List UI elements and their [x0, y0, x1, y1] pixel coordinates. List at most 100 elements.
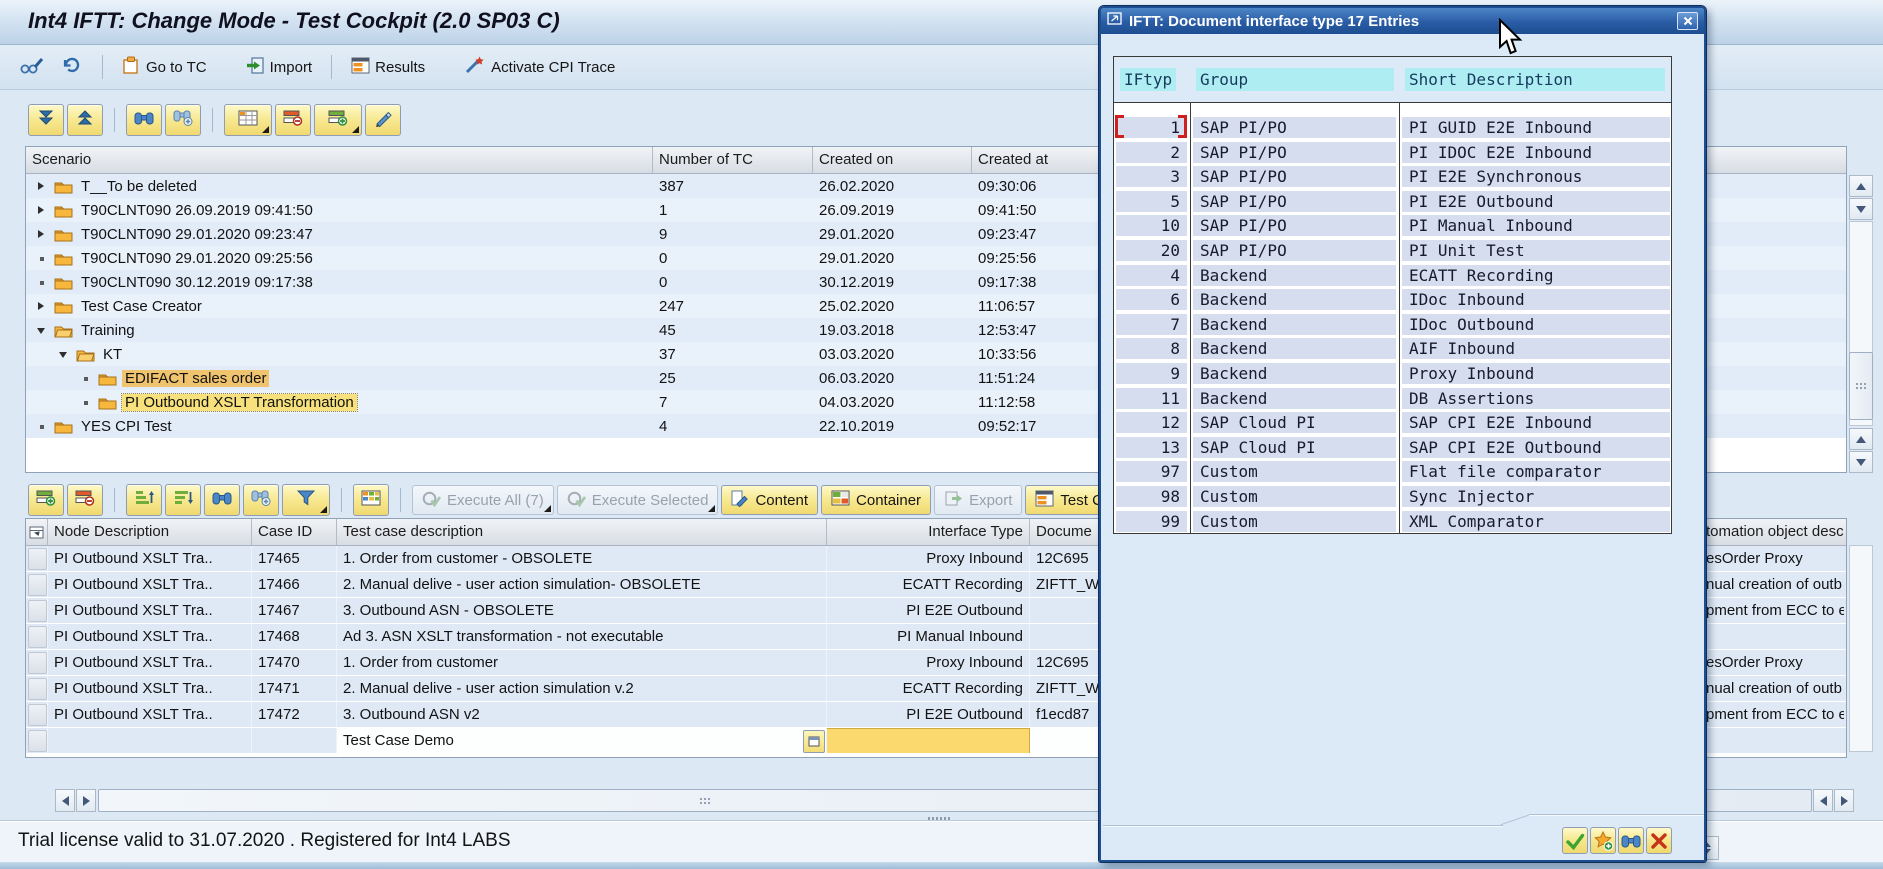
results-button[interactable]: Results [344, 54, 432, 81]
column-settings-button[interactable] [224, 104, 272, 136]
expand-node-icon[interactable] [36, 300, 48, 312]
tree-node-label: T__To be deleted [78, 178, 200, 195]
interface-type-row[interactable]: 7BackendIDoc Outbound [1114, 312, 1671, 337]
column-header-created-on[interactable]: Created on [813, 147, 972, 173]
find-button[interactable] [204, 484, 240, 516]
interface-type-row[interactable]: 10SAP PI/POPI Manual Inbound [1114, 213, 1671, 238]
column-header-scenario[interactable]: Scenario [26, 147, 653, 173]
column-header-number-of-tc[interactable]: Number of TC [653, 147, 813, 173]
scroll-left-button[interactable] [1813, 789, 1833, 812]
scroll-down-button[interactable] [1849, 198, 1873, 220]
container-button[interactable]: Container [821, 485, 931, 515]
row-select-button[interactable] [28, 652, 47, 674]
row-select-button[interactable] [28, 600, 47, 622]
scroll-right-button[interactable] [76, 789, 96, 812]
interface-type-row[interactable]: 11BackendDB Assertions [1114, 386, 1671, 411]
interface-type-row[interactable]: 4BackendECATT Recording [1114, 263, 1671, 288]
interface-type-row[interactable]: 5SAP PI/POPI E2E Outbound [1114, 189, 1671, 214]
scroll-thumb[interactable] [1849, 352, 1873, 420]
insert-row-button[interactable] [28, 484, 64, 516]
dialog-titlebar[interactable]: IFTT: Document interface type 17 Entries [1101, 8, 1704, 34]
row-select-button[interactable] [28, 574, 47, 596]
column-header-short-description[interactable]: Short Description [1399, 68, 1671, 91]
interface-type-row[interactable]: 13SAP Cloud PISAP CPI E2E Outbound [1114, 435, 1671, 460]
export-button[interactable]: Export [934, 485, 1022, 515]
expand-node-icon[interactable] [36, 180, 48, 192]
find-next-button[interactable] [165, 104, 201, 136]
value-help-button[interactable] [803, 730, 825, 753]
interface-type-row[interactable]: 8BackendAIF Inbound [1114, 336, 1671, 361]
delete-row-button[interactable] [275, 104, 311, 136]
delete-row-button[interactable] [67, 484, 103, 516]
folder-icon [98, 395, 118, 410]
interface-type-input[interactable] [827, 728, 1030, 753]
column-header-automation[interactable]: tomation object descr [1700, 519, 1844, 545]
row-select-button[interactable] [28, 678, 47, 700]
interface-type-row[interactable]: 9BackendProxy Inbound [1114, 361, 1671, 386]
row-select-button[interactable] [28, 730, 47, 752]
testcase-vertical-scrollbar[interactable] [1849, 545, 1873, 752]
dialog-close-button[interactable] [1677, 12, 1698, 30]
row-select-cell[interactable] [26, 572, 48, 597]
interface-type-row[interactable]: 2SAP PI/POPI IDOC E2E Inbound [1114, 140, 1671, 165]
column-header-test-case-description[interactable]: Test case description [337, 519, 827, 545]
interface-type-row[interactable]: 6BackendIDoc Inbound [1114, 287, 1671, 312]
scroll-up-button[interactable] [1849, 175, 1873, 197]
column-header-interface-type[interactable]: Interface Type [827, 519, 1030, 545]
interface-type-row[interactable]: 99CustomXML Comparator [1114, 509, 1671, 534]
table-settings-button[interactable] [353, 484, 389, 516]
interface-type-row[interactable]: 3SAP PI/POPI E2E Synchronous [1114, 164, 1671, 189]
goto-tc-button[interactable]: Go to TC [115, 53, 214, 82]
cancel-button[interactable] [1646, 827, 1672, 854]
row-select-button[interactable] [28, 548, 47, 570]
interface-type-row[interactable]: 98CustomSync Injector [1114, 484, 1671, 509]
row-select-cell[interactable] [26, 650, 48, 675]
interface-type-row[interactable]: 12SAP Cloud PISAP CPI E2E Inbound [1114, 410, 1671, 435]
interface-type-row[interactable]: 1SAP PI/POPI GUID E2E Inbound [1114, 115, 1671, 140]
execute-all-button[interactable]: Execute All (7) [412, 485, 554, 515]
row-select-cell[interactable] [26, 546, 48, 571]
expand-node-icon[interactable] [36, 204, 48, 216]
confirm-button[interactable] [1562, 827, 1588, 854]
scroll-left-button[interactable] [55, 789, 75, 812]
expand-all-button[interactable] [28, 104, 64, 136]
interface-type-table-header: IFtyp Group Short Description [1114, 57, 1671, 103]
scroll-down-button[interactable] [1849, 451, 1873, 473]
row-select-cell[interactable] [26, 624, 48, 649]
collapse-node-icon[interactable] [36, 324, 48, 336]
column-header-node-description[interactable]: Node Description [48, 519, 252, 545]
column-header-iftyp[interactable]: IFtyp [1114, 68, 1190, 91]
sort-descending-button[interactable] [165, 484, 201, 516]
select-all-header[interactable] [26, 519, 48, 545]
refresh-button[interactable] [54, 52, 90, 82]
find-button[interactable] [126, 104, 162, 136]
scroll-right-button[interactable] [1834, 789, 1854, 812]
column-header-case-id[interactable]: Case ID [252, 519, 337, 545]
row-select-cell[interactable] [26, 598, 48, 623]
case-cell-description[interactable]: Test Case Demo [337, 728, 827, 753]
filter-button[interactable] [282, 484, 330, 516]
edit-button[interactable] [365, 104, 401, 136]
collapse-node-icon[interactable] [58, 348, 70, 360]
find-next-button[interactable] [243, 484, 279, 516]
find-button[interactable] [1618, 827, 1644, 854]
import-button[interactable]: Import [239, 53, 320, 82]
sort-ascending-button[interactable] [126, 484, 162, 516]
interface-type-row[interactable]: 20SAP PI/POPI Unit Test [1114, 238, 1671, 263]
collapse-all-button[interactable] [67, 104, 103, 136]
activate-cpi-trace-button[interactable]: Activate CPI Trace [457, 52, 622, 82]
column-header-group[interactable]: Group [1190, 68, 1399, 91]
content-button[interactable]: Content [721, 485, 818, 515]
row-select-cell[interactable] [26, 702, 48, 727]
interface-type-row[interactable]: 97CustomFlat file comparator [1114, 459, 1671, 484]
row-select-button[interactable] [28, 626, 47, 648]
insert-row-button[interactable] [314, 104, 362, 136]
scroll-up-button[interactable] [1849, 428, 1873, 450]
row-select-cell[interactable] [26, 728, 48, 753]
execute-selected-button[interactable]: Execute Selected [557, 485, 719, 515]
expand-node-icon[interactable] [36, 228, 48, 240]
row-select-button[interactable] [28, 704, 47, 726]
new-entry-button[interactable] [1590, 827, 1616, 854]
row-select-cell[interactable] [26, 676, 48, 701]
display-change-button[interactable] [12, 53, 50, 82]
